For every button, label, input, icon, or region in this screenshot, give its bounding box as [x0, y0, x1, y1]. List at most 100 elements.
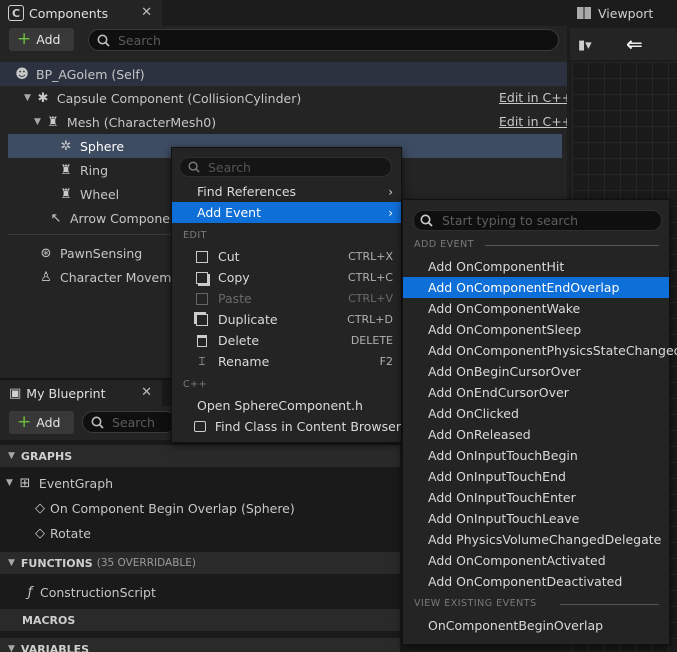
close-icon[interactable]: ✕	[141, 385, 152, 400]
event-item[interactable]: Add OnComponentActivated	[403, 550, 669, 571]
rename-shortcut: F2	[379, 355, 393, 368]
event-item[interactable]: Add OnBeginCursorOver	[403, 361, 669, 382]
tree-item-label: Ring	[80, 162, 109, 178]
event-item[interactable]: Add OnInputTouchBegin	[403, 445, 669, 466]
event-item[interactable]: Add OnInputTouchEnd	[403, 466, 669, 487]
tree-item-charmovement[interactable]: ♙ Character Movement	[38, 265, 192, 289]
event-item-label: Add OnComponentSleep	[428, 322, 582, 337]
event-item-label: Add OnClicked	[428, 406, 519, 421]
edit-section-label: EDIT	[183, 230, 207, 241]
find-references-label: Find References	[197, 184, 297, 199]
search-icon	[97, 34, 110, 47]
event-item[interactable]: Add OnInputTouchEnter	[403, 487, 669, 508]
event-item[interactable]: Add OnComponentEndOverlap	[403, 277, 669, 298]
add-event-label: Add Event	[197, 205, 261, 220]
my-blueprint-tab[interactable]: ▣ My Blueprint ✕	[0, 380, 162, 406]
tree-item-ring[interactable]: ♜ Ring	[58, 158, 108, 182]
components-search-input[interactable]: Search	[88, 29, 559, 51]
add-event-submenu: Start typing to search ADD EVENT Add OnC…	[402, 199, 677, 645]
event-item-label: Add OnInputTouchEnter	[428, 490, 576, 505]
existing-event-item[interactable]: OnComponentBeginOverlap	[403, 615, 669, 636]
add-event-section-label: ADD EVENT	[414, 239, 475, 250]
submenu-arrow-icon: ›	[388, 205, 393, 220]
event-item[interactable]: Add PhysicsVolumeChangedDelegate	[403, 529, 669, 550]
functions-section-header[interactable]: ▼ FUNCTIONS (35 OVERRIDABLE)	[0, 552, 400, 574]
event-item[interactable]: Add OnReleased	[403, 424, 669, 445]
copy-label: Copy	[218, 270, 250, 285]
tree-item-pawnsensing[interactable]: ⊛ PawnSensing	[38, 241, 143, 265]
components-icon: C	[8, 5, 24, 21]
sphere-component-icon: ✲	[60, 138, 72, 154]
duplicate-item[interactable]: Duplicate CTRL+D	[172, 309, 401, 330]
bookmark-icon[interactable]: ▮▾	[578, 38, 592, 53]
event-item-label: Add OnComponentHit	[428, 259, 565, 274]
tree-item-sphere[interactable]: ✲ Sphere	[58, 134, 125, 158]
rename-item[interactable]: ⌶ Rename F2	[172, 351, 401, 372]
plus-icon: +	[17, 29, 32, 49]
components-search-placeholder: Search	[118, 32, 161, 48]
event-graph-item[interactable]: ▼ ⊞ EventGraph	[6, 471, 113, 495]
back-arrow-icon[interactable]: ⇐	[626, 32, 643, 56]
tree-item-wheel[interactable]: ♜ Wheel	[58, 182, 119, 206]
event-item[interactable]: Add OnEndCursorOver	[403, 382, 669, 403]
existing-event-label: OnComponentBeginOverlap	[428, 618, 604, 633]
event-item[interactable]: ◇ On Component Begin Overlap (Sphere)	[32, 496, 295, 520]
event-item[interactable]: Add OnInputTouchLeave	[403, 508, 669, 529]
find-class-item[interactable]: Find Class in Content Browser	[172, 416, 401, 437]
tree-item-mesh[interactable]: ▼ ♜ Mesh (CharacterMesh0)	[34, 110, 216, 134]
viewport-tab[interactable]: Viewport	[570, 0, 677, 26]
delete-shortcut: DELETE	[350, 334, 393, 347]
function-icon: ƒ	[27, 584, 33, 600]
components-tab[interactable]: C Components ✕	[0, 0, 162, 26]
event-item[interactable]: ◇ Rotate	[32, 521, 91, 545]
cut-icon	[194, 249, 210, 265]
context-search-input[interactable]: Search	[179, 157, 392, 177]
delete-item[interactable]: Delete DELETE	[172, 330, 401, 351]
edit-in-cpp-link[interactable]: Edit in C++	[499, 114, 572, 129]
event-item[interactable]: Add OnComponentHit	[403, 256, 669, 277]
cut-item[interactable]: Cut CTRL+X	[172, 246, 401, 267]
plus-icon: +	[17, 412, 32, 432]
collapse-triangle-icon[interactable]: ▼	[24, 93, 31, 103]
cut-label: Cut	[218, 249, 240, 264]
event-item-label: Add OnInputTouchBegin	[428, 448, 578, 463]
components-tab-label: Components	[29, 5, 109, 21]
collapse-triangle-icon: ▼	[8, 644, 15, 652]
paste-item[interactable]: Paste CTRL+V	[172, 288, 401, 309]
add-component-button[interactable]: + Add	[9, 28, 74, 51]
event-search-placeholder: Start typing to search	[442, 213, 579, 228]
collapse-triangle-icon[interactable]: ▼	[34, 117, 41, 127]
event-search-input[interactable]: Start typing to search	[413, 210, 662, 231]
macros-section-label: MACROS	[22, 613, 76, 627]
delete-icon	[194, 333, 210, 349]
tree-item-capsule[interactable]: ▼ ✱ Capsule Component (CollisionCylinder…	[24, 86, 301, 110]
event-item[interactable]: Add OnComponentSleep	[403, 319, 669, 340]
submenu-arrow-icon: ›	[388, 184, 393, 199]
viewport-tab-label: Viewport	[598, 5, 654, 21]
open-header-item[interactable]: Open SphereComponent.h	[172, 395, 401, 416]
event-item[interactable]: Add OnComponentDeactivated	[403, 571, 669, 592]
close-icon[interactable]: ✕	[141, 5, 152, 20]
add-event-item[interactable]: Add Event ›	[172, 202, 401, 223]
variables-section-header[interactable]: ▼ VARIABLES	[0, 638, 400, 652]
search-icon	[420, 214, 433, 227]
context-search-placeholder: Search	[208, 159, 251, 175]
skeleton-icon: ♜	[47, 114, 59, 130]
macros-section-header[interactable]: MACROS	[0, 609, 400, 631]
copy-item[interactable]: Copy CTRL+C	[172, 267, 401, 288]
tree-item-label: BP_AGolem (Self)	[36, 66, 145, 82]
event-item[interactable]: Add OnClicked	[403, 403, 669, 424]
edit-in-cpp-link[interactable]: Edit in C++	[499, 90, 572, 105]
event-item[interactable]: Add OnComponentWake	[403, 298, 669, 319]
construction-script-item[interactable]: ƒ ConstructionScript	[22, 580, 156, 604]
pawn-sensing-icon: ⊛	[40, 245, 52, 261]
character-movement-icon: ♙	[40, 269, 52, 285]
graphs-section-header[interactable]: ▼ GRAPHS	[0, 445, 400, 467]
add-blueprint-item-button[interactable]: + Add	[9, 411, 74, 434]
tree-item-self[interactable]: ☻ BP_AGolem (Self)	[14, 62, 145, 86]
tree-item-arrow[interactable]: ↖ Arrow Component	[48, 206, 183, 230]
event-item[interactable]: Add OnComponentPhysicsStateChanged	[403, 340, 677, 361]
collapse-triangle-icon[interactable]: ▼	[6, 478, 13, 488]
blueprint-search-input[interactable]: Search	[82, 411, 177, 433]
find-references-item[interactable]: Find References ›	[172, 181, 401, 202]
